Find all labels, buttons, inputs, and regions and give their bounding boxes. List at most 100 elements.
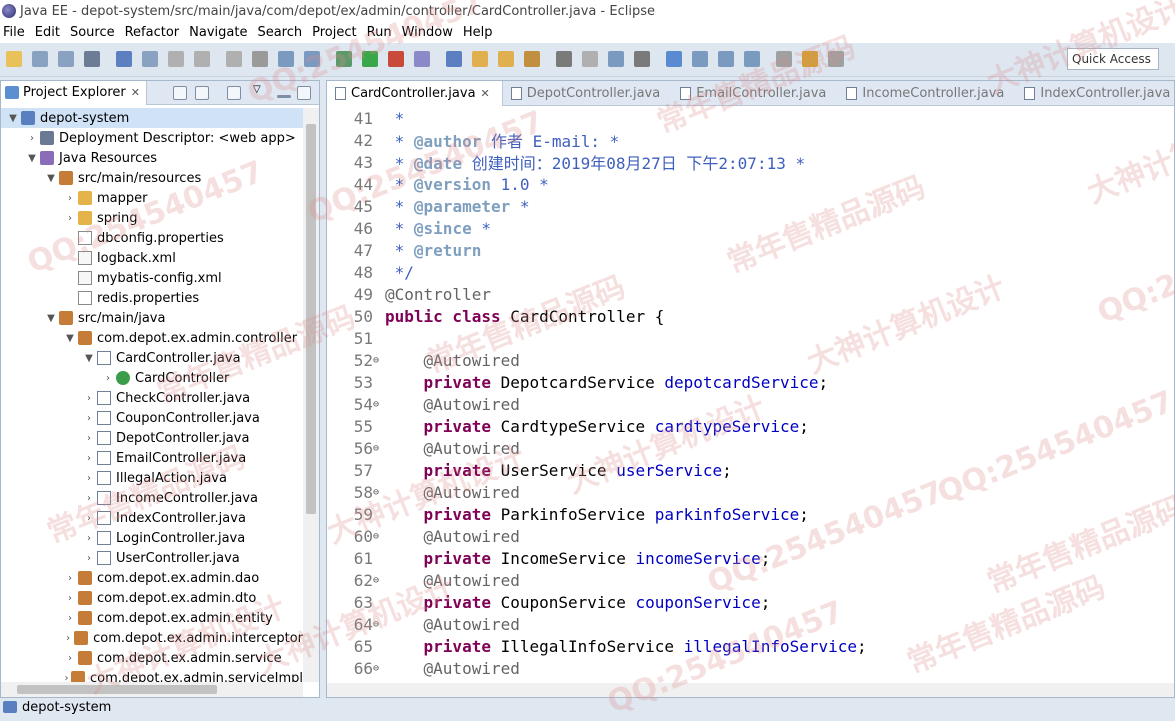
tree-item[interactable]: › IncomeController.java — [1, 488, 303, 508]
code-line[interactable]: 44 * @version 1.0 * — [327, 173, 1174, 195]
project-tree[interactable]: ▼ depot-system › Deployment Descriptor: <we… — [1, 108, 303, 682]
print-icon[interactable] — [84, 51, 100, 67]
chevron-right-icon[interactable]: › — [64, 613, 76, 624]
chevron-down-icon[interactable]: ▼ — [7, 113, 19, 124]
chevron-right-icon[interactable]: › — [83, 433, 95, 444]
chevron-down-icon[interactable]: ▼ — [83, 353, 95, 364]
tree-item[interactable]: mybatis-config.xml — [1, 268, 303, 288]
resume-icon[interactable] — [168, 51, 184, 67]
code-line[interactable]: 52 ⊖ @Autowired — [327, 349, 1174, 371]
code-line[interactable]: 56 ⊖ @Autowired — [327, 437, 1174, 459]
tree-item[interactable]: › UserController.java — [1, 548, 303, 568]
tree-item[interactable]: › com.depot.ex.admin.service — [1, 648, 303, 668]
chevron-right-icon[interactable]: › — [83, 493, 95, 504]
tree-item[interactable]: ▼ com.depot.ex.admin.controller — [1, 328, 303, 348]
tree-item[interactable]: ▼ depot-system — [1, 108, 303, 128]
editor-tab[interactable]: EmailController.java — [672, 81, 838, 106]
chevron-right-icon[interactable]: › — [64, 653, 76, 664]
code-line[interactable]: 41 * — [327, 107, 1174, 129]
chevron-right-icon[interactable]: › — [64, 593, 76, 604]
quick-access-input[interactable]: Quick Access — [1067, 48, 1159, 70]
last-edit-icon[interactable] — [692, 51, 708, 67]
chevron-right-icon[interactable]: › — [83, 393, 95, 404]
code-line[interactable]: 55 private CardtypeService cardtypeServi… — [327, 415, 1174, 437]
chevron-right-icon[interactable]: › — [26, 133, 38, 144]
fold-toggle-icon[interactable]: ⊖ — [373, 487, 383, 498]
tree-item[interactable]: ▼ CardController.java — [1, 348, 303, 368]
fold-toggle-icon[interactable]: ⊖ — [373, 531, 383, 542]
code-line[interactable]: 57 private UserService userService; — [327, 459, 1174, 481]
back-icon[interactable] — [776, 51, 792, 67]
filter-icon[interactable] — [227, 86, 241, 100]
fold-toggle-icon[interactable]: ⊖ — [373, 443, 383, 454]
code-line[interactable]: 54 ⊖ @Autowired — [327, 393, 1174, 415]
fold-toggle-icon[interactable]: ⊖ — [373, 575, 383, 586]
chevron-down-icon[interactable]: ▼ — [45, 173, 57, 184]
chevron-right-icon[interactable]: › — [64, 633, 72, 644]
chevron-right-icon[interactable]: › — [64, 673, 69, 683]
skip-icon[interactable] — [142, 51, 158, 67]
code-line[interactable]: 50 public class CardController { — [327, 305, 1174, 327]
chevron-right-icon[interactable]: › — [64, 193, 76, 204]
run-icon[interactable] — [362, 51, 378, 67]
tree-item[interactable]: › com.depot.ex.admin.interceptor — [1, 628, 303, 648]
tree-item[interactable]: ▼ Java Resources — [1, 148, 303, 168]
editor-tab[interactable]: IncomeController.java — [838, 81, 1016, 106]
code-line[interactable]: 64 ⊖ @Autowired — [327, 613, 1174, 635]
disconnect-icon[interactable] — [252, 51, 268, 67]
tree-item[interactable]: ▼ src/main/java — [1, 308, 303, 328]
debug-icon[interactable] — [336, 51, 352, 67]
scrollbar-thumb[interactable] — [17, 685, 217, 694]
globe-icon[interactable] — [666, 51, 682, 67]
search-icon[interactable] — [524, 51, 540, 67]
menu-edit[interactable]: Edit — [30, 25, 65, 40]
chevron-down-icon[interactable]: ▼ — [26, 153, 38, 164]
tree-item[interactable]: › com.depot.ex.admin.dto — [1, 588, 303, 608]
chevron-right-icon[interactable]: › — [64, 573, 76, 584]
code-line[interactable]: 59 private ParkinfoService parkinfoServi… — [327, 503, 1174, 525]
save-all-icon[interactable] — [58, 51, 74, 67]
chevron-right-icon[interactable]: › — [83, 453, 95, 464]
chevron-down-icon[interactable]: ▼ — [45, 313, 57, 324]
code-line[interactable]: 43 * @date 创建时间：2019年08月27日 下午2:07:13 * — [327, 151, 1174, 174]
tree-item[interactable]: › IllegalAction.java — [1, 468, 303, 488]
new-server-icon[interactable] — [414, 51, 430, 67]
code-area[interactable]: 41 * 42 * @author 作者 E-mail: * 43 * @date … — [327, 107, 1174, 683]
tree-item[interactable]: › LoginController.java — [1, 528, 303, 548]
tree-item[interactable]: ▼ src/main/resources — [1, 168, 303, 188]
minimize-icon[interactable] — [277, 95, 291, 98]
chevron-right-icon[interactable]: › — [83, 553, 95, 564]
code-line[interactable]: 66 ⊖ @Autowired — [327, 657, 1174, 679]
editor-tab[interactable]: CardController.java ✕ — [327, 81, 503, 106]
code-line[interactable]: 49 @Controller — [327, 283, 1174, 305]
editor-horizontal-scrollbar[interactable] — [327, 683, 1174, 697]
chevron-right-icon[interactable]: › — [83, 413, 95, 424]
breadcrumb-icon[interactable] — [634, 51, 650, 67]
tree-vertical-scrollbar[interactable] — [303, 108, 319, 682]
tree-item[interactable]: › IndexController.java — [1, 508, 303, 528]
chevron-right-icon[interactable]: › — [83, 473, 95, 484]
code-line[interactable]: 61 private IncomeService incomeService; — [327, 547, 1174, 569]
chevron-right-icon[interactable]: › — [83, 533, 95, 544]
annotation-icon[interactable] — [556, 51, 572, 67]
suspend-icon[interactable] — [194, 51, 210, 67]
tree-item[interactable]: › CouponController.java — [1, 408, 303, 428]
menu-search[interactable]: Search — [252, 25, 307, 40]
chevron-right-icon[interactable]: › — [83, 513, 95, 524]
stop-icon[interactable] — [226, 51, 242, 67]
code-line[interactable]: 47 * @return — [327, 239, 1174, 261]
tree-item[interactable]: › CheckController.java — [1, 388, 303, 408]
tree-item[interactable]: › com.depot.ex.admin.entity — [1, 608, 303, 628]
open-task-icon[interactable] — [498, 51, 514, 67]
tree-item[interactable]: dbconfig.properties — [1, 228, 303, 248]
tree-item[interactable]: › com.depot.ex.admin.dao — [1, 568, 303, 588]
editor-icon[interactable] — [608, 51, 624, 67]
close-icon[interactable]: ✕ — [131, 86, 140, 99]
chevron-down-icon[interactable]: ▼ — [64, 333, 76, 344]
tab-project-explorer[interactable]: Project Explorer ✕ — [1, 80, 147, 105]
close-icon[interactable]: ✕ — [481, 87, 490, 100]
code-line[interactable]: 45 * @parameter * — [327, 195, 1174, 217]
code-line[interactable]: 53 private DepotcardService depotcardSer… — [327, 371, 1174, 393]
code-line[interactable]: 60 ⊖ @Autowired — [327, 525, 1174, 547]
code-line[interactable]: 46 * @since * — [327, 217, 1174, 239]
